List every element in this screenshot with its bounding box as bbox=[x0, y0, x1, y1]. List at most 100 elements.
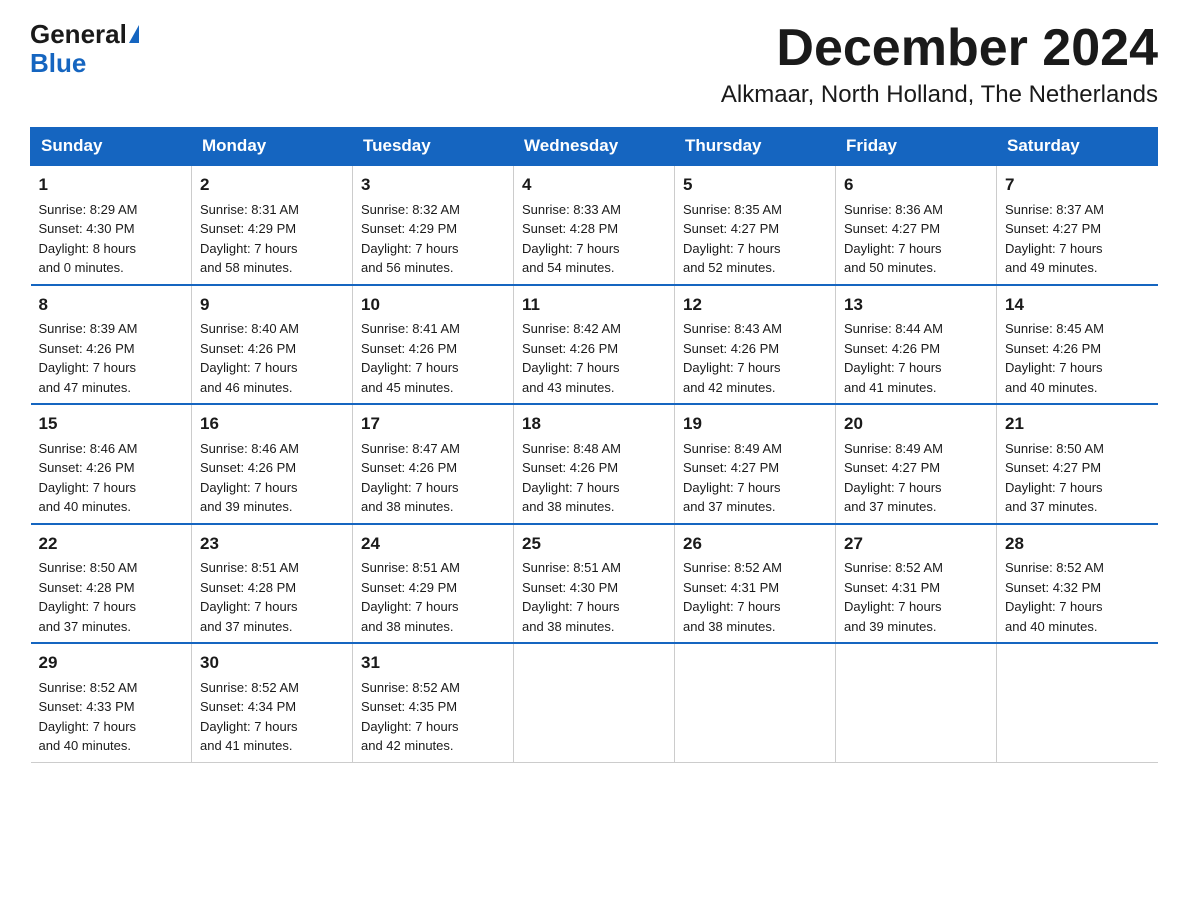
day-header-saturday: Saturday bbox=[997, 128, 1158, 166]
day-info: Sunrise: 8:49 AM Sunset: 4:27 PM Dayligh… bbox=[844, 439, 988, 517]
day-number: 28 bbox=[1005, 531, 1150, 557]
day-number: 30 bbox=[200, 650, 344, 676]
day-number: 6 bbox=[844, 172, 988, 198]
calendar-cell: 13Sunrise: 8:44 AM Sunset: 4:26 PM Dayli… bbox=[836, 285, 997, 405]
day-number: 11 bbox=[522, 292, 666, 318]
day-info: Sunrise: 8:48 AM Sunset: 4:26 PM Dayligh… bbox=[522, 439, 666, 517]
day-info: Sunrise: 8:52 AM Sunset: 4:31 PM Dayligh… bbox=[683, 558, 827, 636]
day-info: Sunrise: 8:52 AM Sunset: 4:34 PM Dayligh… bbox=[200, 678, 344, 756]
day-number: 12 bbox=[683, 292, 827, 318]
day-number: 7 bbox=[1005, 172, 1150, 198]
day-info: Sunrise: 8:42 AM Sunset: 4:26 PM Dayligh… bbox=[522, 319, 666, 397]
logo-general-text: General bbox=[30, 19, 127, 49]
calendar-cell: 10Sunrise: 8:41 AM Sunset: 4:26 PM Dayli… bbox=[353, 285, 514, 405]
calendar-header: SundayMondayTuesdayWednesdayThursdayFrid… bbox=[31, 128, 1158, 166]
day-info: Sunrise: 8:43 AM Sunset: 4:26 PM Dayligh… bbox=[683, 319, 827, 397]
calendar-cell: 9Sunrise: 8:40 AM Sunset: 4:26 PM Daylig… bbox=[192, 285, 353, 405]
day-info: Sunrise: 8:45 AM Sunset: 4:26 PM Dayligh… bbox=[1005, 319, 1150, 397]
calendar-cell bbox=[836, 643, 997, 762]
calendar-cell bbox=[514, 643, 675, 762]
calendar-cell: 24Sunrise: 8:51 AM Sunset: 4:29 PM Dayli… bbox=[353, 524, 514, 644]
day-info: Sunrise: 8:37 AM Sunset: 4:27 PM Dayligh… bbox=[1005, 200, 1150, 278]
day-info: Sunrise: 8:39 AM Sunset: 4:26 PM Dayligh… bbox=[39, 319, 184, 397]
day-number: 16 bbox=[200, 411, 344, 437]
day-number: 4 bbox=[522, 172, 666, 198]
page-title: December 2024 bbox=[721, 20, 1158, 77]
day-info: Sunrise: 8:47 AM Sunset: 4:26 PM Dayligh… bbox=[361, 439, 505, 517]
logo-triangle-icon bbox=[129, 25, 139, 43]
day-number: 13 bbox=[844, 292, 988, 318]
calendar-cell: 26Sunrise: 8:52 AM Sunset: 4:31 PM Dayli… bbox=[675, 524, 836, 644]
calendar-cell: 21Sunrise: 8:50 AM Sunset: 4:27 PM Dayli… bbox=[997, 404, 1158, 524]
calendar-cell: 4Sunrise: 8:33 AM Sunset: 4:28 PM Daylig… bbox=[514, 165, 675, 285]
day-info: Sunrise: 8:51 AM Sunset: 4:28 PM Dayligh… bbox=[200, 558, 344, 636]
calendar-cell: 5Sunrise: 8:35 AM Sunset: 4:27 PM Daylig… bbox=[675, 165, 836, 285]
day-number: 20 bbox=[844, 411, 988, 437]
calendar-cell: 27Sunrise: 8:52 AM Sunset: 4:31 PM Dayli… bbox=[836, 524, 997, 644]
calendar-week-row: 1Sunrise: 8:29 AM Sunset: 4:30 PM Daylig… bbox=[31, 165, 1158, 285]
calendar-cell: 1Sunrise: 8:29 AM Sunset: 4:30 PM Daylig… bbox=[31, 165, 192, 285]
calendar-cell: 23Sunrise: 8:51 AM Sunset: 4:28 PM Dayli… bbox=[192, 524, 353, 644]
day-info: Sunrise: 8:50 AM Sunset: 4:27 PM Dayligh… bbox=[1005, 439, 1150, 517]
day-info: Sunrise: 8:46 AM Sunset: 4:26 PM Dayligh… bbox=[200, 439, 344, 517]
day-info: Sunrise: 8:51 AM Sunset: 4:29 PM Dayligh… bbox=[361, 558, 505, 636]
day-info: Sunrise: 8:41 AM Sunset: 4:26 PM Dayligh… bbox=[361, 319, 505, 397]
day-info: Sunrise: 8:40 AM Sunset: 4:26 PM Dayligh… bbox=[200, 319, 344, 397]
calendar-cell: 25Sunrise: 8:51 AM Sunset: 4:30 PM Dayli… bbox=[514, 524, 675, 644]
day-info: Sunrise: 8:31 AM Sunset: 4:29 PM Dayligh… bbox=[200, 200, 344, 278]
day-header-wednesday: Wednesday bbox=[514, 128, 675, 166]
day-info: Sunrise: 8:50 AM Sunset: 4:28 PM Dayligh… bbox=[39, 558, 184, 636]
calendar-cell bbox=[675, 643, 836, 762]
day-number: 25 bbox=[522, 531, 666, 557]
day-info: Sunrise: 8:52 AM Sunset: 4:33 PM Dayligh… bbox=[39, 678, 184, 756]
logo-blue-text: Blue bbox=[30, 48, 86, 78]
day-info: Sunrise: 8:36 AM Sunset: 4:27 PM Dayligh… bbox=[844, 200, 988, 278]
calendar-cell: 20Sunrise: 8:49 AM Sunset: 4:27 PM Dayli… bbox=[836, 404, 997, 524]
day-number: 29 bbox=[39, 650, 184, 676]
calendar-cell: 3Sunrise: 8:32 AM Sunset: 4:29 PM Daylig… bbox=[353, 165, 514, 285]
day-header-sunday: Sunday bbox=[31, 128, 192, 166]
day-number: 19 bbox=[683, 411, 827, 437]
day-header-thursday: Thursday bbox=[675, 128, 836, 166]
day-info: Sunrise: 8:52 AM Sunset: 4:35 PM Dayligh… bbox=[361, 678, 505, 756]
logo: General Blue bbox=[30, 20, 139, 77]
day-number: 14 bbox=[1005, 292, 1150, 318]
day-number: 9 bbox=[200, 292, 344, 318]
day-header-monday: Monday bbox=[192, 128, 353, 166]
days-of-week-row: SundayMondayTuesdayWednesdayThursdayFrid… bbox=[31, 128, 1158, 166]
day-info: Sunrise: 8:51 AM Sunset: 4:30 PM Dayligh… bbox=[522, 558, 666, 636]
calendar-table: SundayMondayTuesdayWednesdayThursdayFrid… bbox=[30, 127, 1158, 763]
day-number: 5 bbox=[683, 172, 827, 198]
day-info: Sunrise: 8:46 AM Sunset: 4:26 PM Dayligh… bbox=[39, 439, 184, 517]
day-number: 1 bbox=[39, 172, 184, 198]
calendar-cell: 29Sunrise: 8:52 AM Sunset: 4:33 PM Dayli… bbox=[31, 643, 192, 762]
calendar-cell: 22Sunrise: 8:50 AM Sunset: 4:28 PM Dayli… bbox=[31, 524, 192, 644]
page-subtitle: Alkmaar, North Holland, The Netherlands bbox=[721, 81, 1158, 109]
calendar-cell: 11Sunrise: 8:42 AM Sunset: 4:26 PM Dayli… bbox=[514, 285, 675, 405]
day-number: 10 bbox=[361, 292, 505, 318]
day-number: 24 bbox=[361, 531, 505, 557]
day-info: Sunrise: 8:29 AM Sunset: 4:30 PM Dayligh… bbox=[39, 200, 184, 278]
calendar-cell: 30Sunrise: 8:52 AM Sunset: 4:34 PM Dayli… bbox=[192, 643, 353, 762]
calendar-week-row: 29Sunrise: 8:52 AM Sunset: 4:33 PM Dayli… bbox=[31, 643, 1158, 762]
day-header-tuesday: Tuesday bbox=[353, 128, 514, 166]
day-info: Sunrise: 8:33 AM Sunset: 4:28 PM Dayligh… bbox=[522, 200, 666, 278]
title-block: December 2024 Alkmaar, North Holland, Th… bbox=[721, 20, 1158, 109]
day-number: 3 bbox=[361, 172, 505, 198]
calendar-cell: 7Sunrise: 8:37 AM Sunset: 4:27 PM Daylig… bbox=[997, 165, 1158, 285]
page-header: General Blue December 2024 Alkmaar, Nort… bbox=[30, 20, 1158, 109]
day-number: 27 bbox=[844, 531, 988, 557]
day-header-friday: Friday bbox=[836, 128, 997, 166]
day-info: Sunrise: 8:44 AM Sunset: 4:26 PM Dayligh… bbox=[844, 319, 988, 397]
day-info: Sunrise: 8:32 AM Sunset: 4:29 PM Dayligh… bbox=[361, 200, 505, 278]
calendar-body: 1Sunrise: 8:29 AM Sunset: 4:30 PM Daylig… bbox=[31, 165, 1158, 762]
calendar-cell: 28Sunrise: 8:52 AM Sunset: 4:32 PM Dayli… bbox=[997, 524, 1158, 644]
calendar-week-row: 15Sunrise: 8:46 AM Sunset: 4:26 PM Dayli… bbox=[31, 404, 1158, 524]
calendar-week-row: 22Sunrise: 8:50 AM Sunset: 4:28 PM Dayli… bbox=[31, 524, 1158, 644]
calendar-cell: 6Sunrise: 8:36 AM Sunset: 4:27 PM Daylig… bbox=[836, 165, 997, 285]
calendar-cell: 15Sunrise: 8:46 AM Sunset: 4:26 PM Dayli… bbox=[31, 404, 192, 524]
day-info: Sunrise: 8:52 AM Sunset: 4:31 PM Dayligh… bbox=[844, 558, 988, 636]
day-number: 18 bbox=[522, 411, 666, 437]
day-number: 17 bbox=[361, 411, 505, 437]
calendar-cell: 17Sunrise: 8:47 AM Sunset: 4:26 PM Dayli… bbox=[353, 404, 514, 524]
